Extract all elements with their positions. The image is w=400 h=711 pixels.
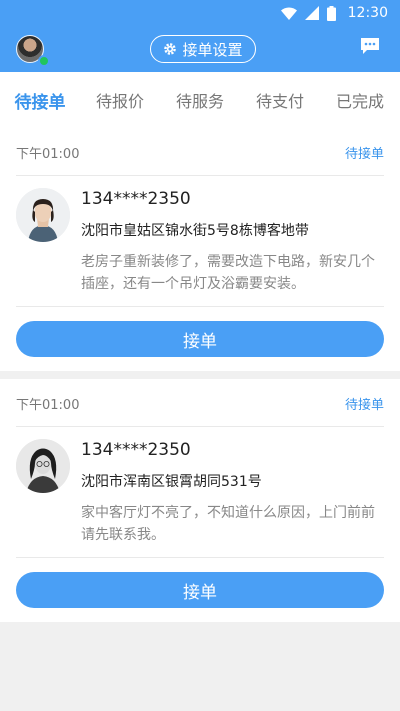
order-description: 老房子重新装修了，需要改造下电路，新安几个插座，还有一个吊灯及浴霸要安装。 — [81, 254, 375, 292]
customer-avatar — [16, 439, 70, 493]
order-card-body: 134****2350 沈阳市皇姑区锦水街5号8栋博客地带 老房子重新装修了，需… — [16, 176, 384, 307]
customer-phone: 134****2350 — [81, 440, 191, 460]
tab-completed[interactable]: 已完成 — [320, 88, 400, 112]
tab-pending-accept[interactable]: 待接单 — [0, 88, 80, 113]
customer-avatar — [16, 188, 70, 242]
order-card: 下午01:00 待接单 134****2350 沈阳市浑南区银霄胡同531号 家… — [0, 379, 400, 622]
order-card-body: 134****2350 沈阳市浑南区银霄胡同531号 家中客厅灯不亮了，不知道什… — [16, 427, 384, 558]
user-avatar[interactable] — [16, 35, 50, 67]
service-address: 沈阳市皇姑区锦水街5号8栋博客地带 — [81, 223, 309, 239]
clock: 12:30 — [347, 5, 388, 21]
service-address: 沈阳市浑南区银霄胡同531号 — [81, 474, 262, 490]
order-card-header: 下午01:00 待接单 — [16, 379, 384, 427]
app-header: 接单设置 — [0, 26, 400, 72]
order-card-header: 下午01:00 待接单 — [16, 128, 384, 176]
tab-pending-service[interactable]: 待服务 — [160, 88, 240, 112]
message-icon[interactable] — [360, 37, 380, 55]
wifi-icon — [280, 6, 297, 20]
online-status-dot — [38, 55, 50, 67]
status-bar: 12:30 — [0, 0, 400, 26]
tab-pending-quote[interactable]: 待报价 — [80, 88, 160, 112]
accept-button-row: 接单 — [0, 307, 400, 371]
gear-icon — [164, 43, 177, 55]
order-status: 待接单 — [344, 398, 384, 413]
order-status-tabs: 待接单 待报价 待服务 待支付 已完成 — [0, 72, 400, 128]
order-time: 下午01:00 — [16, 398, 80, 413]
order-settings-label: 接单设置 — [182, 40, 243, 59]
accept-order-button[interactable]: 接单 — [16, 321, 384, 357]
order-description: 家中客厅灯不亮了，不知道什么原因，上门前前请先联系我。 — [81, 505, 375, 543]
order-card: 下午01:00 待接单 134****2350 沈阳市皇姑区锦水街5号8栋博客地… — [0, 128, 400, 371]
customer-phone: 134****2350 — [81, 189, 191, 209]
order-time: 下午01:00 — [16, 147, 80, 162]
signal-icon — [304, 6, 319, 20]
accept-order-button[interactable]: 接单 — [16, 572, 384, 608]
tab-pending-payment[interactable]: 待支付 — [240, 88, 320, 112]
accept-button-row: 接单 — [0, 558, 400, 622]
order-settings-button[interactable]: 接单设置 — [150, 35, 256, 63]
order-status: 待接单 — [344, 147, 384, 162]
battery-icon — [326, 5, 336, 21]
